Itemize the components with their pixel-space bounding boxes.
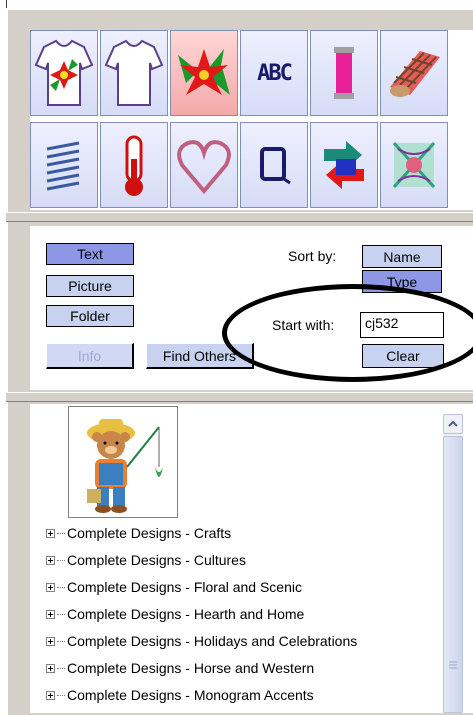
expand-plus-icon[interactable]: [46, 663, 55, 673]
tree-connector: [57, 667, 65, 669]
tree-item-label: Complete Designs - Crafts: [67, 525, 232, 541]
expand-plus-icon[interactable]: [46, 636, 55, 646]
tree-item[interactable]: Complete Designs - Holidays and Celebrat…: [46, 630, 357, 652]
picture-filter-button[interactable]: Picture: [46, 275, 134, 297]
tree-connector: [57, 613, 65, 615]
arrows-rotate-icon[interactable]: [310, 122, 378, 208]
tree-item[interactable]: Complete Designs - Horse and Western: [46, 657, 314, 679]
folder-filter-button[interactable]: Folder: [46, 305, 134, 327]
abc-text: ABC: [257, 60, 293, 86]
text-filter-button[interactable]: Text: [46, 243, 134, 265]
tree-connector: [57, 586, 65, 588]
expand-plus-icon[interactable]: [46, 528, 55, 538]
fabric-roll-icon[interactable]: [380, 30, 448, 116]
shirt-flower-icon[interactable]: [30, 30, 98, 116]
panel-splitter[interactable]: [6, 392, 473, 402]
poinsettia-icon[interactable]: [170, 30, 238, 116]
abc-lettering-icon[interactable]: ABC: [240, 30, 308, 116]
tree-connector: [57, 694, 65, 696]
annotation-ellipse: [222, 284, 473, 382]
tree-item-label: Complete Designs - Floral and Scenic: [67, 579, 302, 595]
tree-item[interactable]: Complete Designs - Cultures: [46, 549, 246, 571]
tree-item-label: Complete Designs - Holidays and Celebrat…: [67, 633, 358, 649]
tree-item-label: Complete Designs - Monogram Accents: [67, 687, 314, 703]
square-outline-icon[interactable]: [240, 122, 308, 208]
design-toolbar: ABC: [30, 30, 473, 210]
thermometer-icon[interactable]: [100, 122, 168, 208]
sort-name-button[interactable]: Name: [362, 245, 442, 268]
tree-item[interactable]: Complete Designs - Crafts: [46, 522, 231, 544]
tree-item[interactable]: Complete Designs - Floral and Scenic: [46, 576, 302, 598]
expand-plus-icon[interactable]: [46, 609, 55, 619]
tree-scrollbar[interactable]: [443, 414, 463, 713]
expand-plus-icon[interactable]: [46, 582, 55, 592]
tree-connector: [57, 532, 65, 534]
tree-item[interactable]: Complete Designs - Hearth and Home: [46, 603, 304, 625]
shirt-outline-icon[interactable]: [100, 30, 168, 116]
expand-plus-icon[interactable]: [46, 555, 55, 565]
chevron-up-icon: [448, 420, 458, 427]
tree-item[interactable]: Complete Designs - Monogram Accents: [46, 684, 314, 706]
spring-stitch-icon[interactable]: [30, 122, 98, 208]
design-thumbnail[interactable]: [68, 406, 178, 518]
grip-icon: [449, 661, 457, 668]
scroll-up-button[interactable]: [443, 414, 463, 434]
pattern-swatch-icon[interactable]: [380, 122, 448, 208]
tree-connector: [57, 559, 65, 561]
tree-connector: [57, 640, 65, 642]
sort-by-label: Sort by:: [288, 248, 337, 264]
tree-item-label: Complete Designs - Horse and Western: [67, 660, 315, 676]
heart-outline-icon[interactable]: [170, 122, 238, 208]
toolbar-splitter[interactable]: [6, 212, 473, 222]
expand-plus-icon[interactable]: [46, 690, 55, 700]
scroll-thumb[interactable]: [443, 436, 463, 713]
tree-item-label: Complete Designs - Hearth and Home: [67, 606, 305, 622]
info-button[interactable]: Info: [46, 343, 134, 369]
tree-item-label: Complete Designs - Cultures: [67, 552, 246, 568]
thread-spool-icon[interactable]: [310, 30, 378, 116]
